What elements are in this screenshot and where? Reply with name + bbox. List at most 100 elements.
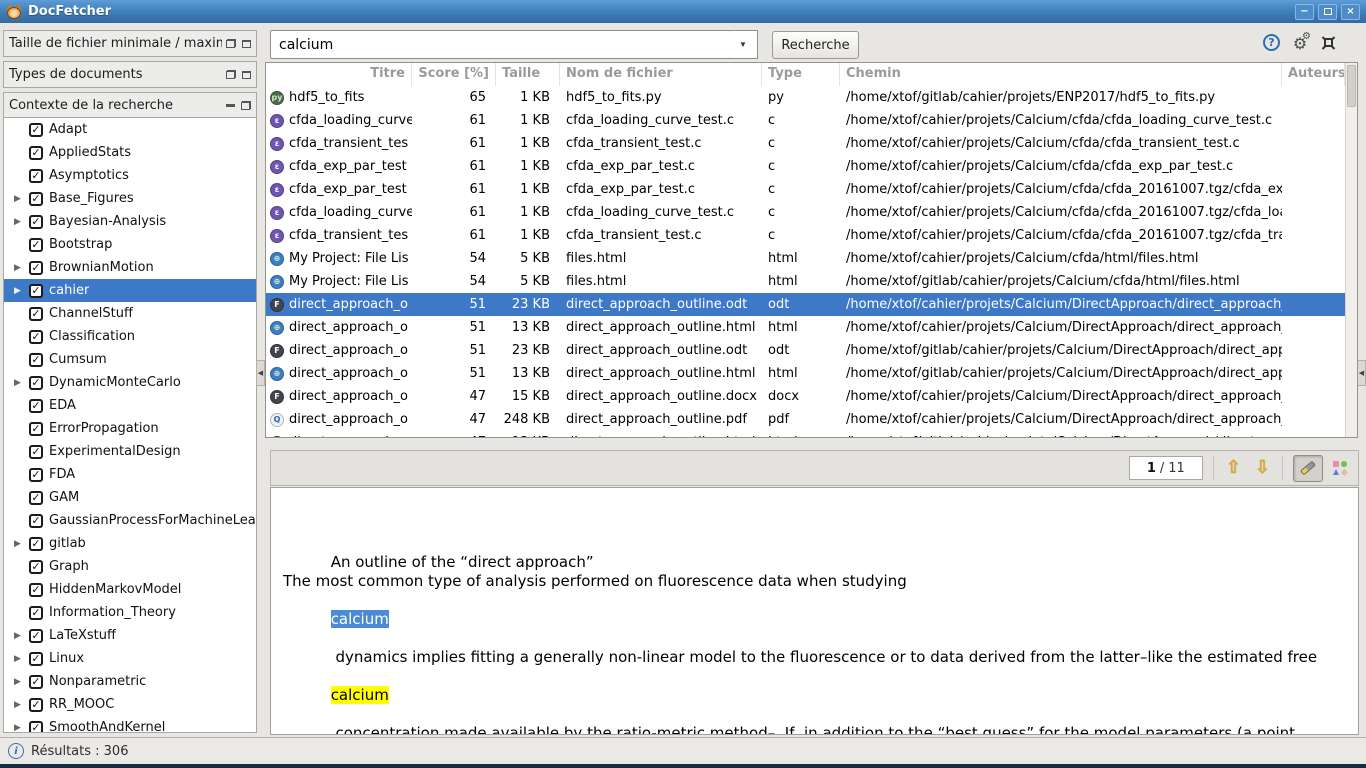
tree-item[interactable]: ChannelStuff (4, 302, 256, 325)
tree-item[interactable]: Linux (4, 647, 256, 670)
table-scrollbar[interactable] (1345, 63, 1357, 437)
expander-icon[interactable] (14, 194, 23, 204)
expander-icon[interactable] (14, 700, 23, 710)
search-button[interactable]: Recherche (772, 31, 859, 59)
tree-item[interactable]: Classification (4, 325, 256, 348)
tree-item[interactable]: HiddenMarkovModel (4, 578, 256, 601)
document-types-panel-header[interactable]: Types de documents (3, 61, 257, 88)
checkbox[interactable] (29, 353, 43, 367)
column-header[interactable]: Auteurs (1282, 63, 1345, 86)
filesize-filter-panel-header[interactable]: Taille de fichier minimale / maximale (3, 30, 257, 57)
checkbox[interactable] (29, 422, 43, 436)
result-row[interactable]: ⊕ direct_approach_o 51 13 KB direct_appr… (266, 362, 1345, 385)
checkbox[interactable] (29, 376, 43, 390)
tree-item[interactable]: Graph (4, 555, 256, 578)
restore-panel-icon[interactable] (226, 39, 236, 48)
expander-icon[interactable] (14, 723, 23, 733)
checkbox[interactable] (29, 652, 43, 666)
tree-item[interactable]: LaTeXstuff (4, 624, 256, 647)
checkbox[interactable] (29, 675, 43, 689)
checkbox[interactable] (29, 146, 43, 160)
result-row[interactable]: py hdf5_to_fits 65 1 KB hdf5_to_fits.py … (266, 86, 1345, 109)
result-row[interactable]: Q direct_approach_o 47 248 KB direct_app… (266, 408, 1345, 431)
column-header[interactable]: Type (762, 63, 840, 86)
expander-icon[interactable] (14, 539, 23, 549)
result-row[interactable]: F direct_approach_o 51 23 KB direct_appr… (266, 293, 1345, 316)
checkbox[interactable] (29, 445, 43, 459)
help-icon[interactable]: ? (1263, 34, 1280, 51)
tree-item[interactable]: RR_MOOC (4, 693, 256, 716)
restore-panel-icon[interactable] (226, 70, 236, 79)
minimize-to-tray-icon[interactable] (1320, 34, 1338, 52)
result-row[interactable]: ε cfda_transient_tes 61 1 KB cfda_transi… (266, 224, 1345, 247)
result-row[interactable]: F direct_approach_o 51 23 KB direct_appr… (266, 339, 1345, 362)
column-header[interactable]: Nom de fichier (560, 63, 762, 86)
checkbox[interactable] (29, 560, 43, 574)
checkbox[interactable] (29, 514, 43, 528)
checkbox[interactable] (29, 169, 43, 183)
checkbox[interactable] (29, 583, 43, 597)
checkbox[interactable] (29, 330, 43, 344)
checkbox[interactable] (29, 468, 43, 482)
checkbox[interactable] (29, 284, 43, 298)
result-row[interactable]: ε cfda_exp_par_test 61 1 KB cfda_exp_par… (266, 155, 1345, 178)
collapse-panel-icon[interactable] (226, 104, 235, 107)
preview-mode-icon[interactable] (1333, 461, 1348, 476)
previous-occurrence-button[interactable]: ⇧ (1224, 459, 1243, 477)
expander-icon[interactable] (14, 631, 23, 641)
tree-item[interactable]: cahier (4, 279, 256, 302)
expander-icon[interactable] (14, 263, 23, 273)
expander-icon[interactable] (14, 654, 23, 664)
column-header[interactable]: Chemin (840, 63, 1282, 86)
checkbox[interactable] (29, 192, 43, 206)
column-header[interactable]: Score [%] (412, 63, 496, 86)
preferences-gear-icon[interactable]: ⚙ ⚙ (1291, 34, 1309, 52)
checkbox[interactable] (29, 491, 43, 505)
checkbox[interactable] (29, 215, 43, 229)
tree-item[interactable]: ErrorPropagation (4, 417, 256, 440)
tree-item[interactable]: Asymptotics (4, 164, 256, 187)
checkbox[interactable] (29, 399, 43, 413)
result-row[interactable]: ε cfda_loading_curve 61 1 KB cfda_loadin… (266, 109, 1345, 132)
search-history-dropdown-button[interactable]: ▼ (729, 30, 758, 59)
tree-item[interactable]: Adapt (4, 118, 256, 141)
tree-item[interactable]: BrownianMotion (4, 256, 256, 279)
checkbox[interactable] (29, 307, 43, 321)
tree-item[interactable]: Bayesian-Analysis (4, 210, 256, 233)
tree-item[interactable]: Bootstrap (4, 233, 256, 256)
result-row[interactable]: F direct_approach_o 47 13 KB direct_appr… (266, 431, 1345, 437)
checkbox[interactable] (29, 698, 43, 712)
expander-icon[interactable] (14, 677, 23, 687)
next-occurrence-button[interactable]: ⇩ (1253, 459, 1272, 477)
tree-item[interactable]: Nonparametric (4, 670, 256, 693)
tree-item[interactable]: gitlab (4, 532, 256, 555)
tree-item[interactable]: Base_Figures (4, 187, 256, 210)
search-scope-panel-header[interactable]: Contexte de la recherche (3, 92, 257, 118)
result-row[interactable]: ⊕ My Project: File Lis 54 5 KB files.htm… (266, 247, 1345, 270)
search-input[interactable] (270, 30, 730, 59)
tree-item[interactable]: EDA (4, 394, 256, 417)
checkbox[interactable] (29, 123, 43, 137)
tree-item[interactable]: GaussianProcessForMachineLearning (4, 509, 256, 532)
restore-button[interactable] (1318, 4, 1337, 20)
tree-item[interactable]: ExperimentalDesign (4, 440, 256, 463)
expander-icon[interactable] (14, 286, 23, 296)
result-row[interactable]: ⊕ direct_approach_o 51 13 KB direct_appr… (266, 316, 1345, 339)
checkbox[interactable] (29, 606, 43, 620)
tree-item[interactable]: GAM (4, 486, 256, 509)
result-row[interactable]: ε cfda_exp_par_test 61 1 KB cfda_exp_par… (266, 178, 1345, 201)
table-scrollbar-thumb[interactable] (1347, 65, 1356, 107)
tree-item[interactable]: AppliedStats (4, 141, 256, 164)
expander-icon[interactable] (14, 378, 23, 388)
result-row[interactable]: ε cfda_loading_curve 61 1 KB cfda_loadin… (266, 201, 1345, 224)
maximize-panel-icon[interactable] (242, 71, 251, 79)
tree-item[interactable]: Cumsum (4, 348, 256, 371)
checkbox[interactable] (29, 721, 43, 734)
checkbox[interactable] (29, 537, 43, 551)
column-header[interactable]: Taille (496, 63, 560, 86)
column-header[interactable]: Titre (266, 63, 412, 86)
result-row[interactable]: ⊕ My Project: File Lis 54 5 KB files.htm… (266, 270, 1345, 293)
expander-icon[interactable] (14, 217, 23, 227)
checkbox[interactable] (29, 238, 43, 252)
restore-panel-icon[interactable] (241, 101, 251, 110)
